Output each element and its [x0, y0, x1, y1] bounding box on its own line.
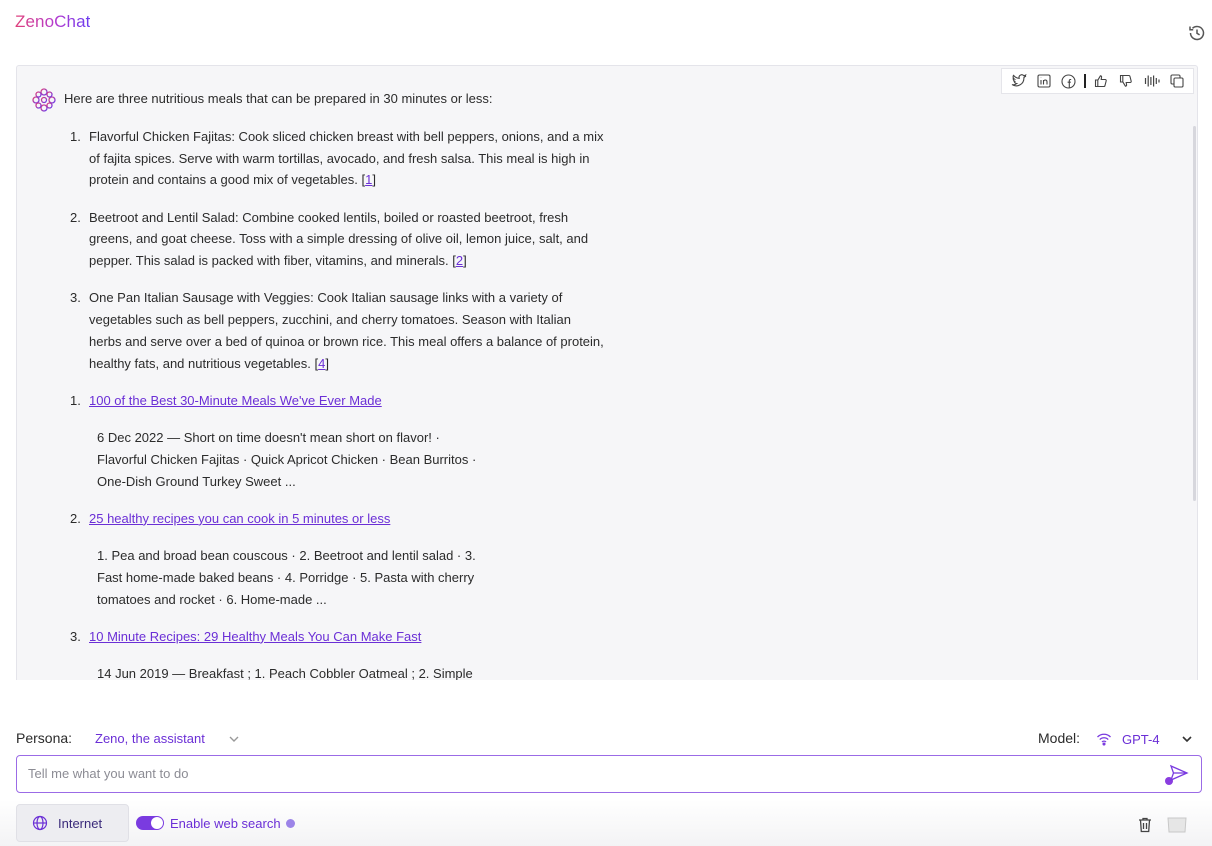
share-linkedin-button[interactable]: [1031, 70, 1056, 92]
source-link[interactable]: 25 healthy recipes you can cook in 5 min…: [89, 511, 390, 526]
thumbs-down-button[interactable]: [1114, 70, 1139, 92]
wifi-icon: [1097, 733, 1111, 746]
web-search-label: Enable web search: [170, 816, 281, 831]
prompt-input-box: [16, 755, 1202, 793]
source-snippet: 14 Jun 2019 — Breakfast ; 1. Peach Cobbl…: [97, 666, 473, 680]
model-label: Model:: [1038, 730, 1081, 746]
persona-select[interactable]: Zeno, the assistant: [95, 731, 239, 746]
app-logo: ZenoChat: [15, 12, 91, 31]
facebook-icon: [1061, 73, 1076, 89]
citation-link[interactable]: 1: [365, 172, 372, 187]
message-intro: Here are three nutritious meals that can…: [64, 91, 493, 106]
info-icon[interactable]: [286, 819, 295, 828]
meal-item: 1. Flavorful Chicken Fajitas: Cook slice…: [65, 126, 605, 191]
list-number: 3.: [70, 628, 81, 644]
chat-scrollbar-thumb[interactable]: [1193, 126, 1196, 501]
web-search-toggle[interactable]: [136, 816, 164, 830]
citation-link[interactable]: 2: [456, 253, 463, 268]
chevron-down-icon: [229, 736, 239, 742]
copy-button[interactable]: [1164, 70, 1189, 92]
thumbs-up-button[interactable]: [1089, 70, 1114, 92]
chevron-down-icon: [1182, 736, 1192, 743]
assistant-avatar-icon: [32, 88, 56, 112]
internet-button[interactable]: Internet: [16, 804, 129, 842]
model-select[interactable]: GPT-4: [1096, 729, 1192, 749]
list-number: 1.: [70, 129, 81, 144]
send-button[interactable]: [1169, 764, 1193, 786]
persona-value: Zeno, the assistant: [95, 731, 205, 746]
toolbar-divider: [1084, 74, 1086, 88]
model-value: GPT-4: [1122, 731, 1160, 747]
message-body: 1. Flavorful Chicken Fajitas: Cook slice…: [65, 126, 605, 680]
source-item: 1. 100 of the Best 30-Minute Meals We've…: [65, 390, 605, 492]
history-button[interactable]: [1186, 22, 1208, 44]
linkedin-icon: [1036, 74, 1051, 88]
source-item: 2. 25 healthy recipes you can cook in 5 …: [65, 508, 605, 610]
share-twitter-button[interactable]: [1006, 70, 1031, 92]
copy-icon: [1169, 74, 1184, 88]
source-snippet: 6 Dec 2022 — Short on time doesn't mean …: [97, 430, 477, 489]
source-item: 3. 10 Minute Recipes: 29 Healthy Meals Y…: [65, 626, 605, 680]
thumbs-down-icon: [1120, 74, 1133, 87]
read-aloud-button[interactable]: [1139, 70, 1164, 92]
share-facebook-button[interactable]: [1056, 70, 1081, 92]
list-number: 2.: [70, 209, 81, 225]
toggle-knob: [151, 817, 163, 829]
meal-text: Beetroot and Lentil Salad: Combine cooke…: [89, 209, 589, 269]
meal-text: One Pan Italian Sausage with Veggies: Co…: [89, 290, 604, 371]
prompt-input[interactable]: [17, 756, 1117, 790]
meal-item: 3. One Pan Italian Sausage with Veggies:…: [65, 287, 605, 374]
thumbs-up-icon: [1095, 75, 1108, 88]
citation-link[interactable]: 4: [318, 356, 325, 371]
list-number: 2.: [70, 510, 81, 526]
clear-chat-button[interactable]: [1137, 816, 1153, 834]
trash-icon: [1139, 817, 1151, 833]
list-number: 1.: [70, 392, 81, 408]
twitter-icon: [1011, 74, 1027, 87]
message-toolbar: [1001, 68, 1194, 94]
meal-item: 2. Beetroot and Lentil Salad: Combine co…: [65, 207, 605, 272]
audio-wave-icon: [1144, 75, 1160, 87]
flag-icon: [1167, 817, 1187, 833]
globe-icon: [32, 815, 48, 831]
history-icon: [1189, 25, 1205, 41]
send-icon: [1169, 764, 1189, 782]
persona-label: Persona:: [16, 730, 73, 746]
app-root: ZenoChat Here are three nutritious meals…: [0, 0, 1212, 846]
meal-text: Flavorful Chicken Fajitas: Cook sliced c…: [89, 129, 604, 188]
chat-panel: Here are three nutritious meals that can…: [16, 65, 1198, 680]
source-snippet: 1. Pea and broad bean couscous · 2. Beet…: [97, 548, 476, 607]
internet-label: Internet: [58, 815, 103, 831]
report-button[interactable]: [1166, 815, 1190, 835]
chat-scrollbar[interactable]: [1191, 92, 1197, 680]
source-link[interactable]: 100 of the Best 30-Minute Meals We've Ev…: [89, 393, 382, 408]
list-number: 3.: [70, 290, 81, 306]
source-link[interactable]: 10 Minute Recipes: 29 Healthy Meals You …: [89, 629, 421, 644]
